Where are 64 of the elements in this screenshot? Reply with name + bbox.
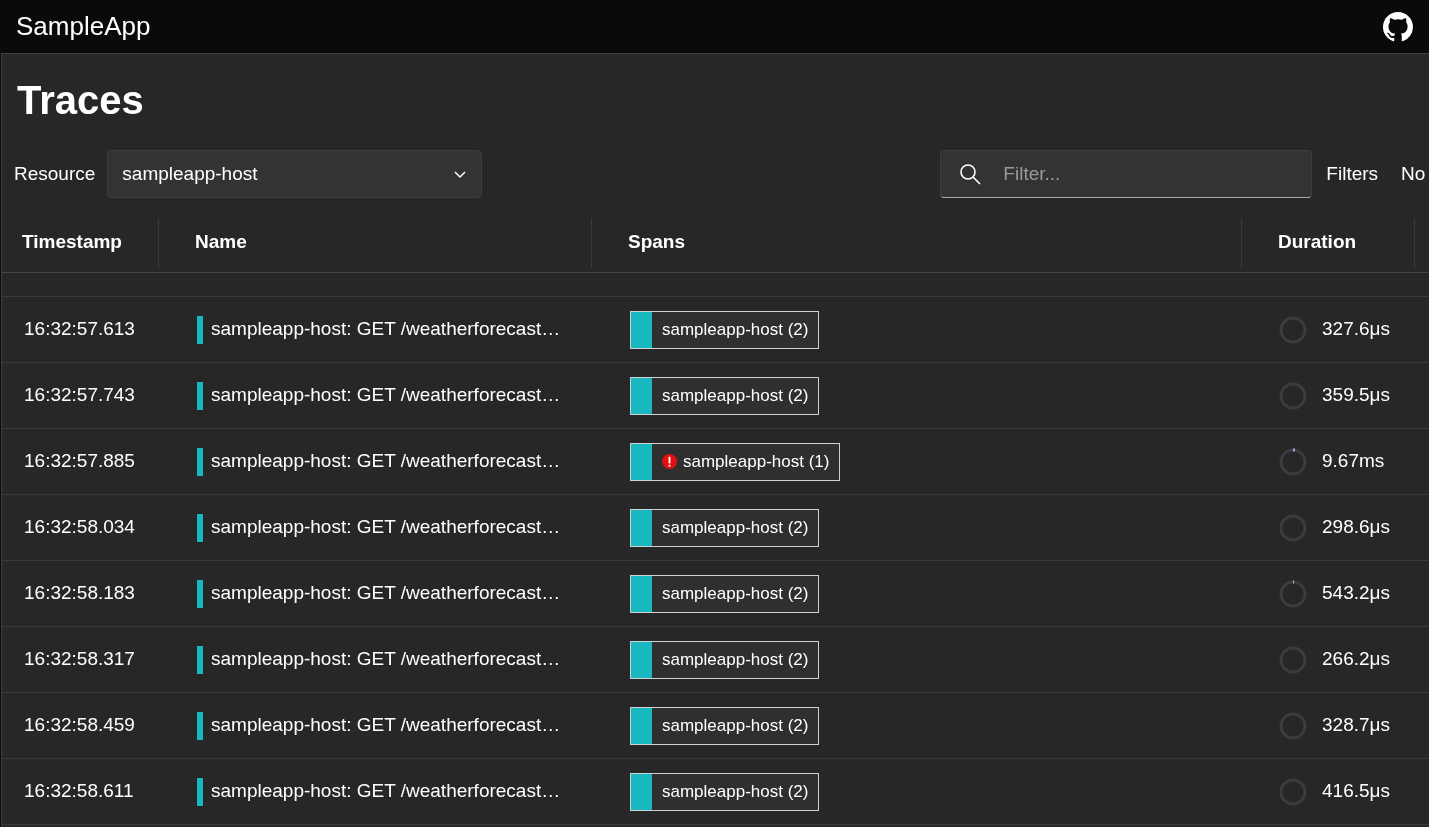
span-color-bar xyxy=(631,377,652,414)
span-label: sampleapp-host (2) xyxy=(662,582,809,605)
resource-color-bar xyxy=(197,579,203,608)
column-header[interactable]: Name xyxy=(195,228,247,257)
span-label: sampleapp-host (2) xyxy=(662,384,809,407)
span-color-bar xyxy=(631,311,652,348)
duration-text: 266.2μs xyxy=(1322,647,1390,672)
timestamp-text: 16:32:58.317 xyxy=(24,648,135,670)
resource-color-bar xyxy=(197,381,203,410)
trace-name-link[interactable]: sampleapp-host: GET /weatherforecast… xyxy=(211,777,561,806)
page-title: Traces xyxy=(17,77,145,124)
trace-name-link[interactable]: sampleapp-host: GET /weatherforecast… xyxy=(211,447,561,476)
chevron-down-icon xyxy=(453,169,468,179)
app-title[interactable]: SampleApp xyxy=(16,7,151,46)
trace-name-link[interactable]: sampleapp-host: GET /weatherforecast… xyxy=(211,579,561,608)
trace-name-link[interactable]: sampleapp-host: GET /weatherforecast… xyxy=(211,381,561,410)
filter-field[interactable]: Filter... xyxy=(940,150,1313,198)
column-header[interactable]: Timestamp xyxy=(22,228,122,257)
span-label: sampleapp-host (2) xyxy=(662,318,809,341)
trace-name-link[interactable]: sampleapp-host: GET /weatherforecast… xyxy=(211,315,561,344)
timestamp-text: 16:32:57.613 xyxy=(24,318,135,340)
resource-label: Resource xyxy=(14,161,96,186)
span-label: sampleapp-host (1) xyxy=(683,450,830,473)
resource-color-bar xyxy=(197,645,203,674)
duration-text: 328.7μs xyxy=(1322,713,1390,738)
duration-text: 327.6μs xyxy=(1322,317,1390,342)
duration-ring-icon xyxy=(1278,578,1308,609)
timestamp-text: 16:32:58.034 xyxy=(24,516,135,538)
toolbar-button[interactable]: No xyxy=(1401,159,1426,189)
github-icon[interactable] xyxy=(1383,11,1413,42)
duration-text: 359.5μs xyxy=(1322,383,1390,408)
timestamp-text: 16:32:58.611 xyxy=(24,780,134,802)
timestamp-text: 16:32:58.459 xyxy=(24,714,135,736)
trace-name-link[interactable]: sampleapp-host: GET /weatherforecast… xyxy=(211,645,561,674)
column-header[interactable]: Duration xyxy=(1278,228,1357,257)
column-header[interactable]: Spans xyxy=(628,228,686,257)
resource-color-bar xyxy=(197,777,203,806)
span-color-bar xyxy=(631,509,652,546)
span-color-bar xyxy=(631,443,652,480)
search-icon xyxy=(958,162,983,186)
resource-color-bar xyxy=(197,711,203,740)
trace-name-link[interactable]: sampleapp-host: GET /weatherforecast… xyxy=(211,711,561,740)
filters-button[interactable]: Filters xyxy=(1326,159,1379,189)
duration-ring-icon xyxy=(1278,446,1308,477)
timestamp-text: 16:32:57.743 xyxy=(24,384,135,406)
duration-text: 416.5μs xyxy=(1322,779,1390,804)
span-color-bar xyxy=(631,773,652,810)
span-label: sampleapp-host (2) xyxy=(662,648,809,671)
duration-text: 543.2μs xyxy=(1322,581,1390,606)
resource-select[interactable]: sampleapp-host xyxy=(107,150,483,198)
resource-color-bar xyxy=(197,447,203,476)
resource-color-bar xyxy=(197,513,203,542)
span-color-bar xyxy=(631,641,652,678)
duration-text: 9.67ms xyxy=(1322,449,1385,474)
span-color-bar xyxy=(631,707,652,744)
span-color-bar xyxy=(631,575,652,612)
duration-text: 298.6μs xyxy=(1322,515,1390,540)
timestamp-text: 16:32:57.885 xyxy=(24,450,135,472)
trace-name-link[interactable]: sampleapp-host: GET /weatherforecast… xyxy=(211,513,561,542)
span-label: sampleapp-host (2) xyxy=(662,780,809,803)
span-label: sampleapp-host (2) xyxy=(662,516,809,539)
span-label: sampleapp-host (2) xyxy=(662,714,809,737)
resource-color-bar xyxy=(197,315,203,344)
timestamp-text: 16:32:58.183 xyxy=(24,582,135,604)
